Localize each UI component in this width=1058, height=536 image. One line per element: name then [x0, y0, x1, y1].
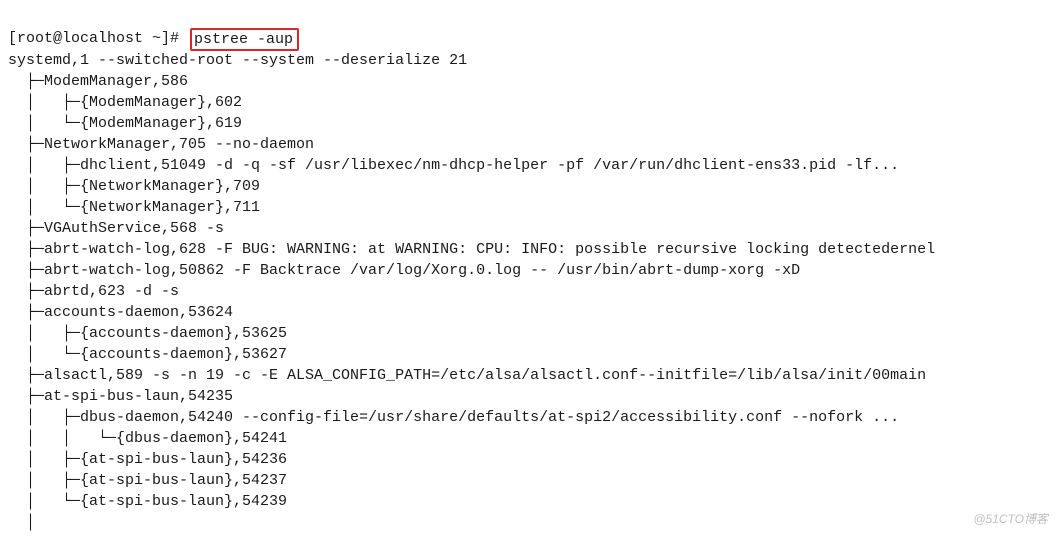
pstree-output: systemd,1 --switched-root --system --des… — [8, 50, 1050, 533]
command-highlighted: pstree -aup — [190, 28, 299, 51]
shell-prompt: [root@localhost ~]# — [8, 30, 188, 47]
watermark-text: @51CTO博客 — [973, 509, 1048, 530]
terminal-output: [root@localhost ~]# pstree -aup systemd,… — [0, 0, 1058, 536]
